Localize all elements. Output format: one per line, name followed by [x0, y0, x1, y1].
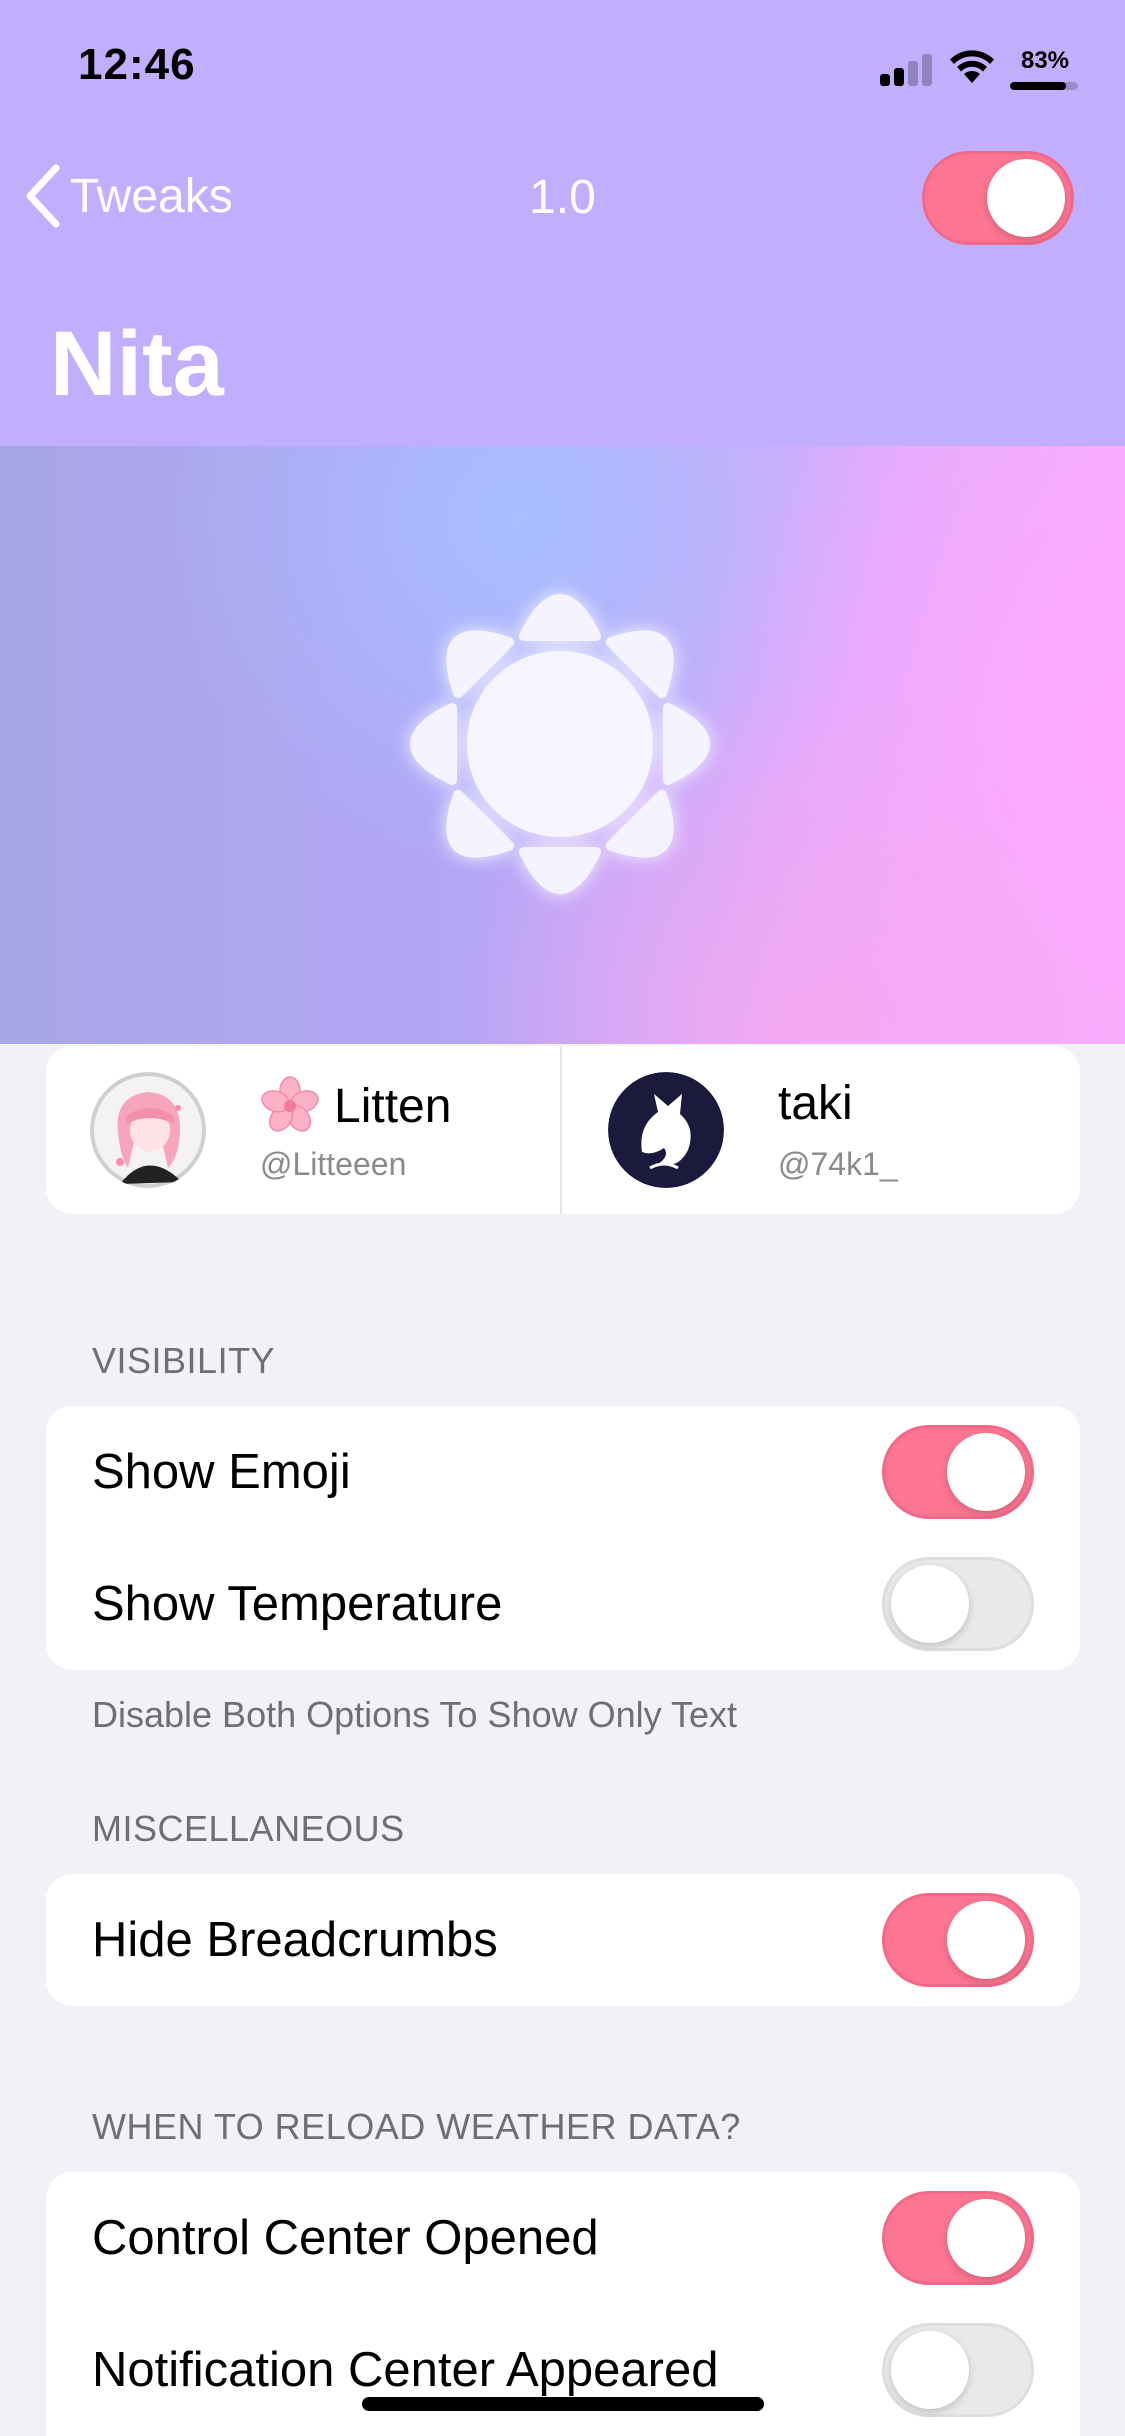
author-name-text: taki: [778, 1077, 853, 1130]
row-label: Hide Breadcrumbs: [92, 1913, 498, 1967]
navigation-header: 12:46 83% Tweaks 1.0 Nita: [0, 0, 1125, 446]
section-header-miscellaneous: MISCELLANEOUS: [92, 1808, 405, 1849]
show-temperature-toggle[interactable]: [882, 1557, 1034, 1651]
authors-card: Litten @Litteeen taki @74k1_: [46, 1046, 1080, 1214]
home-indicator[interactable]: [362, 2397, 764, 2411]
battery-icon: 83%: [1010, 48, 1080, 92]
miscellaneous-group: Hide Breadcrumbs: [46, 1874, 1080, 2006]
wifi-icon: [950, 50, 994, 83]
author-handle: @Litteeen: [260, 1146, 407, 1182]
version-label: 1.0: [529, 171, 596, 224]
toggle-knob: [947, 1901, 1025, 1979]
visibility-group: Show Emoji Show Temperature: [46, 1406, 1080, 1670]
cherry-blossom-icon: [261, 1076, 319, 1132]
row-label: Notification Center Appeared: [92, 2343, 719, 2397]
section-header-reload: WHEN TO RELOAD WEATHER DATA?: [92, 2106, 741, 2147]
status-bar: 12:46 83%: [0, 0, 1125, 140]
row-label: Show Temperature: [92, 1577, 503, 1631]
row-control-center-opened[interactable]: Control Center Opened: [46, 2172, 1080, 2304]
control-center-opened-toggle[interactable]: [882, 2191, 1034, 2285]
status-time: 12:46: [78, 40, 196, 89]
header-banner: [0, 446, 1125, 1044]
avatar: [90, 1072, 206, 1188]
show-emoji-toggle[interactable]: [882, 1425, 1034, 1519]
back-button[interactable]: Tweaks: [22, 164, 233, 228]
author-handle: @74k1_: [778, 1146, 898, 1182]
battery-percent: 83%: [1020, 47, 1070, 74]
toggle-knob: [987, 159, 1065, 237]
toggle-knob: [947, 1433, 1025, 1511]
hide-breadcrumbs-toggle[interactable]: [882, 1893, 1034, 1987]
row-show-emoji[interactable]: Show Emoji: [46, 1406, 1080, 1538]
page-title: Nita: [50, 313, 224, 415]
row-show-temperature[interactable]: Show Temperature: [46, 1538, 1080, 1670]
author-cell-taki[interactable]: taki @74k1_: [564, 1046, 1080, 1214]
back-button-label: Tweaks: [70, 169, 233, 223]
tweak-enabled-toggle[interactable]: [922, 151, 1074, 245]
avatar: [608, 1072, 724, 1188]
row-label: Control Center Opened: [92, 2211, 599, 2265]
battery-level-fill: [1010, 82, 1067, 90]
toggle-knob: [891, 1565, 969, 1643]
toggle-knob: [891, 2331, 969, 2409]
section-footer-visibility: Disable Both Options To Show Only Text: [92, 1694, 738, 1735]
authors-divider: [560, 1046, 562, 1214]
author-cell-litten[interactable]: Litten @Litteeen: [46, 1046, 562, 1214]
author-name-text: Litten: [334, 1079, 452, 1133]
chevron-left-icon: [26, 164, 60, 228]
cellular-signal-icon: [880, 52, 934, 86]
row-notification-center-appeared[interactable]: Notification Center Appeared: [46, 2304, 1080, 2436]
toggle-knob: [947, 2199, 1025, 2277]
section-header-visibility: VISIBILITY: [92, 1340, 276, 1381]
author-name: taki: [778, 1076, 853, 1131]
row-label: Show Emoji: [92, 1445, 351, 1499]
battery-level-bar: [1010, 82, 1078, 90]
author-name: Litten: [260, 1076, 451, 1136]
notification-center-appeared-toggle[interactable]: [882, 2323, 1034, 2417]
sun-icon: [380, 594, 740, 924]
row-hide-breadcrumbs[interactable]: Hide Breadcrumbs: [46, 1874, 1080, 2006]
